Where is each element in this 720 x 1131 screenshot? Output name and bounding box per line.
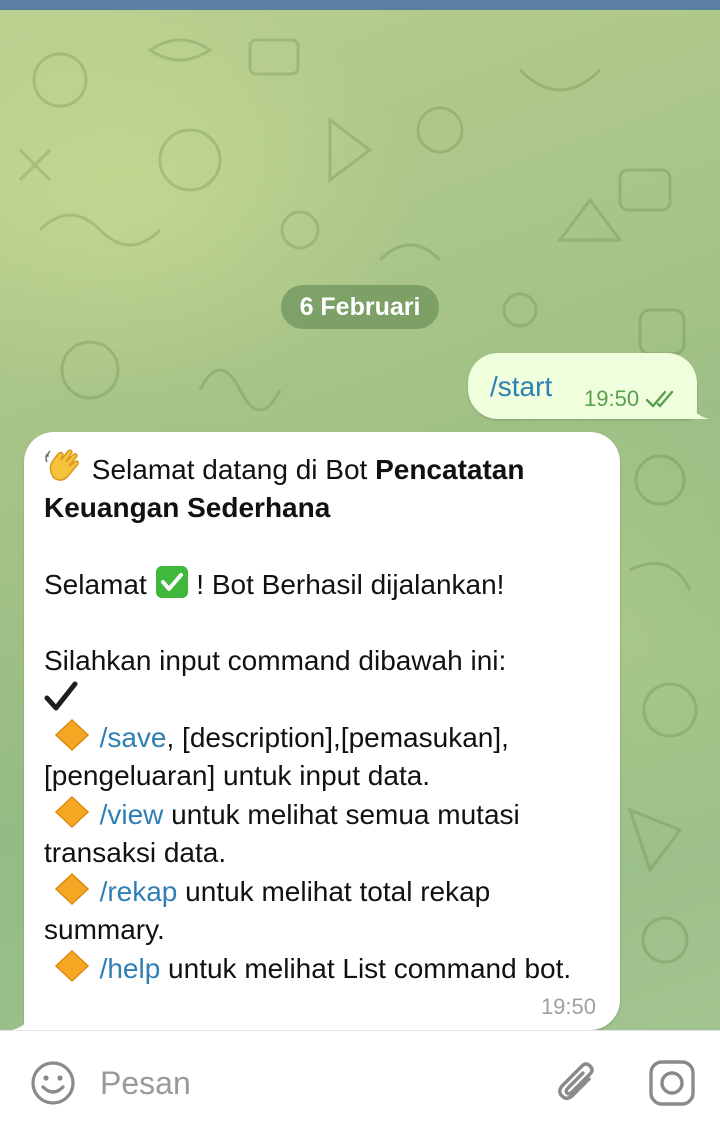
command-item-view: /view untuk melihat semua mutasi transak…: [44, 795, 604, 872]
double-check-icon: [645, 390, 674, 408]
orange-diamond-icon: [54, 718, 89, 752]
outgoing-message-time: 19:50: [584, 386, 640, 411]
status-bar-strip: [0, 0, 720, 10]
greeting-text: Selamat datang di Bot: [84, 454, 376, 485]
command-item-help: /help untuk melihat List command bot.: [44, 949, 604, 988]
command-link-rekap[interactable]: /rekap: [100, 876, 178, 907]
command-link-help[interactable]: /help: [100, 953, 161, 984]
message-input-bar: [0, 1030, 720, 1131]
instruction-text: Silahkan input command dibawah ini:: [44, 645, 507, 676]
camera-icon[interactable]: [647, 1058, 697, 1108]
success-suffix: ! Bot Berhasil dijalankan!: [188, 569, 505, 600]
bubble-tail: [689, 401, 709, 419]
bubble-tail: [12, 1012, 32, 1030]
instruction-emoji-line: [44, 680, 604, 718]
check-mark-button-icon: [155, 566, 188, 598]
command-desc-help: untuk melihat List command bot.: [160, 953, 572, 984]
waving-hand-icon: [45, 449, 79, 481]
paperclip-icon[interactable]: [553, 1057, 601, 1109]
outgoing-message-text[interactable]: /start: [490, 371, 552, 403]
command-link-save[interactable]: /save: [100, 722, 167, 753]
chat-area[interactable]: 6 Februari /start 19:50 Selamat datang d…: [0, 10, 720, 1030]
heavy-check-mark-icon: [44, 681, 78, 711]
smile-icon[interactable]: [29, 1059, 77, 1107]
incoming-message[interactable]: Selamat datang di Bot Pencatatan Keuanga…: [12, 432, 620, 1030]
outgoing-message-meta: 19:50: [584, 386, 679, 412]
success-line: Selamat ! Bot Berhasil dijalankan!: [44, 565, 604, 604]
message-input[interactable]: [100, 1061, 530, 1105]
command-item-save: /save, [description],[pemasukan],[pengel…: [44, 718, 604, 795]
incoming-message-body: Selamat datang di Bot Pencatatan Keuanga…: [44, 448, 604, 988]
orange-diamond-icon: [54, 795, 89, 829]
greeting-line: Selamat datang di Bot Pencatatan Keuanga…: [44, 448, 604, 527]
success-prefix: Selamat: [44, 569, 155, 600]
incoming-message-time: 19:50: [540, 994, 596, 1019]
outgoing-message[interactable]: /start 19:50: [468, 353, 709, 419]
date-separator: 6 Februari: [281, 285, 439, 329]
orange-diamond-icon: [54, 949, 89, 983]
command-link-view[interactable]: /view: [100, 799, 164, 830]
command-item-rekap: /rekap untuk melihat total rekap summary…: [44, 872, 604, 949]
orange-diamond-icon: [54, 872, 89, 906]
